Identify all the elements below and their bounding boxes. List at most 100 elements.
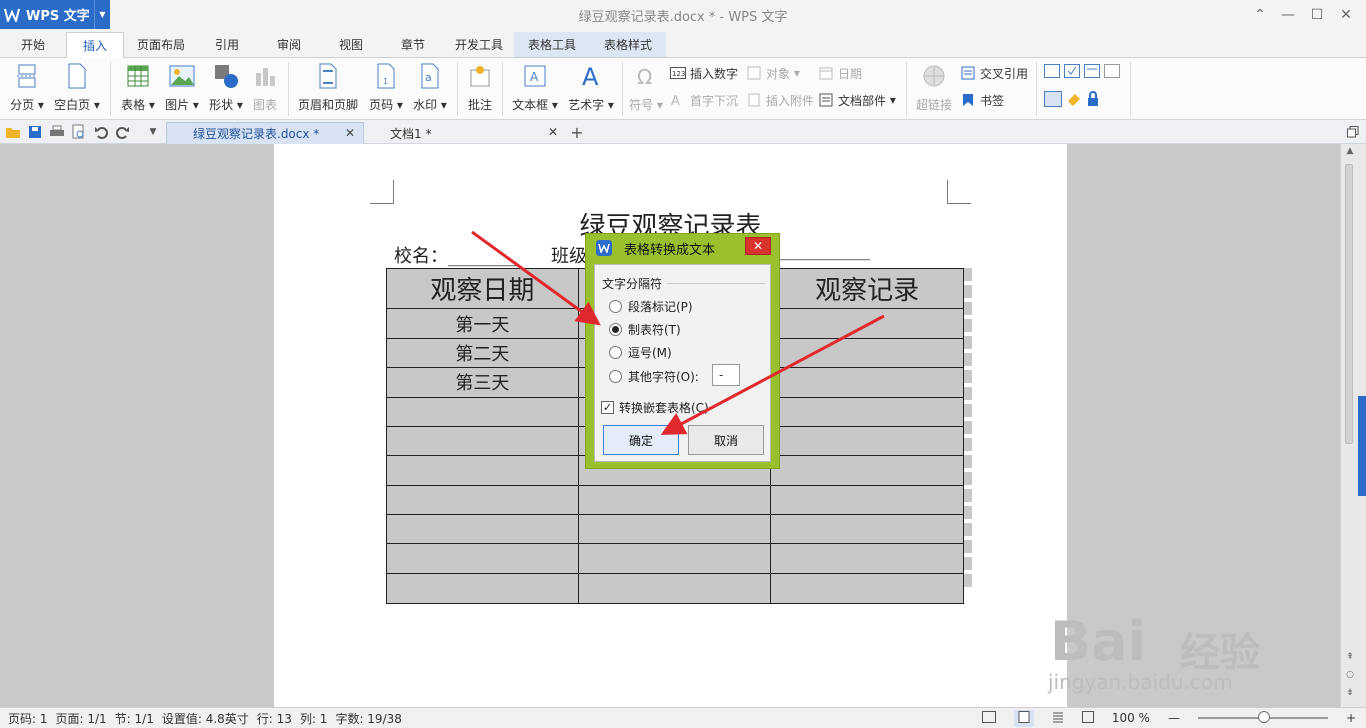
- cross-reference-button[interactable]: 交叉引用: [960, 62, 1028, 84]
- comment-button[interactable]: 批注: [464, 62, 496, 116]
- design-mode-icon[interactable]: [1044, 91, 1062, 110]
- table-cell[interactable]: 第二天: [386, 337, 579, 369]
- table-cell[interactable]: [577, 543, 772, 574]
- page-number-button[interactable]: 1 页码 ▾: [366, 62, 406, 116]
- quick-access-dropdown-icon[interactable]: ▼: [144, 123, 162, 141]
- close-window-button[interactable]: ✕: [1331, 0, 1361, 30]
- table-cell[interactable]: [770, 367, 964, 398]
- outline-view-icon[interactable]: [1052, 711, 1064, 726]
- tab-home[interactable]: 开始: [8, 32, 58, 57]
- open-folder-icon[interactable]: [4, 123, 22, 141]
- date-button[interactable]: 日期: [818, 62, 862, 84]
- document-parts-button[interactable]: 文档部件 ▾: [818, 89, 896, 111]
- table-cell[interactable]: [577, 484, 772, 515]
- table-cell[interactable]: [386, 455, 579, 486]
- lock-icon[interactable]: [1086, 91, 1100, 110]
- tab-section[interactable]: 章节: [386, 32, 440, 57]
- radio-button-selected[interactable]: [609, 322, 622, 336]
- insert-number-button[interactable]: 123 插入数字: [670, 62, 738, 84]
- zoom-slider-thumb[interactable]: [1257, 711, 1270, 723]
- option-paragraph-mark[interactable]: 段落标记(P): [609, 296, 693, 316]
- header-footer-button[interactable]: 页眉和页脚: [296, 62, 360, 116]
- option-other-character[interactable]: 其他字符(O):: [609, 366, 699, 386]
- table-cell[interactable]: [386, 425, 579, 457]
- table-cell[interactable]: [770, 425, 964, 457]
- eraser-icon[interactable]: [1066, 91, 1082, 110]
- table-cell[interactable]: [386, 396, 579, 427]
- table-button[interactable]: 表格 ▾: [118, 62, 158, 116]
- other-character-input[interactable]: -: [712, 364, 740, 386]
- checkbox-checked[interactable]: ✓: [601, 400, 614, 414]
- tab-table-styles[interactable]: 表格样式: [590, 32, 666, 57]
- maximize-button[interactable]: ☐: [1302, 0, 1332, 30]
- table-cell[interactable]: [577, 572, 772, 605]
- option-tab[interactable]: 制表符(T): [609, 319, 681, 339]
- tab-review[interactable]: 审阅: [262, 32, 316, 57]
- tab-page-layout[interactable]: 页面布局: [130, 32, 192, 57]
- page-view-icon[interactable]: [1013, 709, 1034, 727]
- table-cell[interactable]: [770, 455, 964, 486]
- table-cell[interactable]: [770, 543, 964, 574]
- restore-tabs-icon[interactable]: [1344, 123, 1362, 141]
- tab-document-2[interactable]: 文档1 * ✕: [364, 122, 566, 144]
- text-box-button[interactable]: A 文本框 ▾: [510, 62, 560, 116]
- object-button[interactable]: 对象 ▾: [746, 62, 800, 84]
- print-preview-icon[interactable]: [70, 123, 88, 141]
- minimize-button[interactable]: —: [1273, 0, 1303, 30]
- tab-insert[interactable]: 插入: [66, 32, 124, 59]
- table-cell[interactable]: [770, 396, 964, 427]
- tab-table-tools[interactable]: 表格工具: [514, 32, 590, 57]
- previous-page-icon[interactable]: ⇞: [1343, 652, 1357, 662]
- dialog-close-button[interactable]: ✕: [745, 237, 771, 255]
- tab-view[interactable]: 视图: [324, 32, 378, 57]
- tab-document-1[interactable]: 绿豆观察记录表.docx * ✕: [166, 122, 364, 144]
- side-panel-toggle[interactable]: [1358, 396, 1366, 496]
- table-header-cell[interactable]: 观察记录: [770, 267, 964, 310]
- convert-nested-tables[interactable]: ✓ 转换嵌套表格(C): [601, 398, 709, 416]
- radio-button[interactable]: [609, 369, 622, 383]
- full-screen-view-icon[interactable]: [981, 710, 996, 726]
- print-icon[interactable]: [48, 123, 66, 141]
- bookmark-button[interactable]: 书签: [960, 89, 1004, 111]
- picture-button[interactable]: 图片 ▾: [162, 62, 202, 116]
- form-options-icon[interactable]: [1104, 64, 1120, 81]
- shapes-button[interactable]: 形状 ▾: [206, 62, 246, 116]
- table-cell[interactable]: [770, 572, 964, 605]
- save-icon[interactable]: [26, 123, 44, 141]
- radio-button[interactable]: [609, 299, 622, 313]
- hyperlink-button[interactable]: 超链接: [912, 62, 956, 116]
- undo-icon[interactable]: [92, 123, 110, 141]
- close-tab-icon[interactable]: ✕: [345, 126, 355, 140]
- table-cell[interactable]: [386, 513, 579, 545]
- zoom-out-icon[interactable]: —: [1168, 711, 1180, 725]
- insert-attachment-button[interactable]: 插入附件: [746, 89, 814, 111]
- form-dropdown-icon[interactable]: [1084, 64, 1100, 81]
- chart-button[interactable]: 图表: [248, 62, 282, 116]
- blank-page-button[interactable]: 空白页 ▾: [52, 62, 102, 116]
- scroll-thumb[interactable]: [1345, 164, 1353, 444]
- word-art-button[interactable]: A 艺术字 ▾: [566, 62, 616, 116]
- browse-object-icon[interactable]: ○: [1343, 670, 1357, 680]
- table-cell[interactable]: [770, 484, 964, 515]
- scroll-up-icon[interactable]: ▲: [1343, 146, 1357, 156]
- redo-icon[interactable]: [114, 123, 132, 141]
- next-page-icon[interactable]: ⇟: [1343, 688, 1357, 698]
- tab-developer[interactable]: 开发工具: [446, 32, 512, 57]
- table-cell[interactable]: [770, 337, 964, 369]
- option-comma[interactable]: 逗号(M): [609, 342, 672, 362]
- collapse-ribbon-icon[interactable]: ⌃: [1245, 0, 1275, 30]
- table-cell[interactable]: 第三天: [386, 367, 579, 398]
- page-break-button[interactable]: 分页 ▾: [8, 62, 46, 116]
- radio-button[interactable]: [609, 345, 622, 359]
- table-cell[interactable]: [386, 572, 579, 605]
- form-textbox-icon[interactable]: [1044, 64, 1060, 81]
- table-cell[interactable]: [577, 513, 772, 545]
- cancel-button[interactable]: 取消: [688, 425, 764, 455]
- vertical-scrollbar[interactable]: ▲ ⇞ ○ ⇟: [1340, 144, 1366, 707]
- tab-references[interactable]: 引用: [200, 32, 254, 57]
- form-checkbox-icon[interactable]: [1064, 64, 1080, 81]
- web-view-icon[interactable]: [1081, 710, 1094, 726]
- table-cell[interactable]: 第一天: [386, 308, 579, 339]
- close-tab-icon[interactable]: ✕: [548, 125, 558, 139]
- zoom-in-icon[interactable]: +: [1346, 711, 1356, 725]
